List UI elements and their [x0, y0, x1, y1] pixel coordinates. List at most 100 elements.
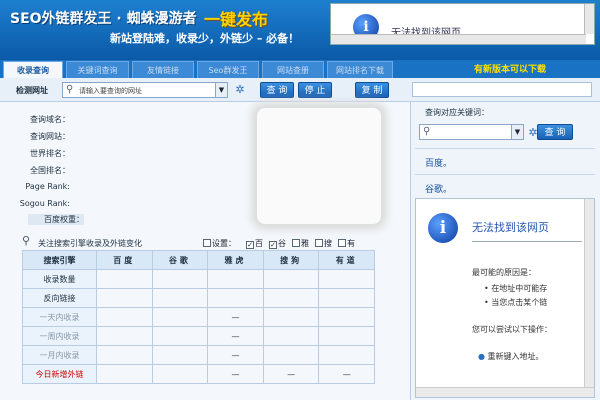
table-row: 收录数量 [22, 269, 375, 289]
results-header: ⚲ 关注搜索引擎收录及外链变化 设置： ✓ 百 ✓ 谷雅搜有 [0, 232, 410, 250]
column-header: 有道 [318, 250, 375, 270]
row-label: 一月内收录 [22, 345, 97, 365]
ad-horizontal-scrollbar[interactable] [331, 34, 586, 44]
bullet-dot-icon: ● [478, 352, 485, 361]
google-link[interactable]: 谷歌。 [425, 182, 452, 195]
table-cell [262, 269, 320, 289]
engine-checkbox[interactable]: ✓ [246, 241, 254, 249]
query-button[interactable]: 查 询 [260, 82, 294, 98]
table-cell [96, 269, 153, 289]
field-domain: 查询域名： [30, 115, 70, 124]
table-cell [262, 326, 320, 346]
url-input[interactable]: ⚲ 请输入要查询的网址 ▼ [62, 82, 228, 98]
engine-label: 有 [347, 239, 355, 248]
search-icon: ⚲ [66, 84, 74, 95]
ad-browser-frame[interactable]: i 无法找到该网页 [330, 3, 595, 45]
keyword-title: 查询对应关键词： [425, 108, 489, 117]
field-national-rank: 全国排名： [30, 166, 70, 175]
table-cell: — [207, 364, 264, 384]
engine-option[interactable]: 搜 [315, 239, 332, 248]
settings-label: 设置： [212, 239, 236, 248]
keyword-query-button[interactable]: 查 询 [537, 124, 573, 140]
chevron-down-icon[interactable]: ▼ [215, 83, 227, 97]
field-world-rank: 世界排名： [30, 149, 70, 158]
tab-rank-download[interactable]: 网站排名下载 [327, 61, 393, 78]
row-label: 反向链接 [22, 288, 97, 308]
new-version-link[interactable]: 有新版本可以下载 [474, 62, 546, 75]
table-cell: — [262, 364, 320, 384]
settings-checkbox[interactable] [203, 239, 211, 247]
column-header: 搜狗 [262, 250, 320, 270]
table-cell [318, 307, 375, 327]
table-row: 一天内收录 — [22, 307, 375, 327]
column-header: 雅虎 [207, 250, 264, 270]
url-label: 检测网址 [16, 86, 48, 95]
table-header-row: 搜索引擎 百度 谷歌 雅虎 搜狗 有道 [22, 250, 375, 270]
engine-label: 谷 [278, 239, 286, 248]
engine-checkbox[interactable] [338, 239, 346, 247]
engine-option[interactable]: 有 [338, 239, 355, 248]
engine-checkbox[interactable] [292, 239, 300, 247]
info-icon: i [428, 213, 458, 243]
search-icon: ⚲ [423, 126, 431, 137]
row-label: 收录数量 [22, 269, 97, 289]
keyword-panel: 查询对应关键词： ⚲ ▼ ✲ 查 询 百度。 谷歌。 i 无法找到该网页 最可能… [410, 102, 600, 400]
tab-keyword-query[interactable]: 关键词查询 [66, 61, 129, 78]
table-cell [262, 307, 320, 327]
keyword-input[interactable]: ⚲ ▼ [419, 124, 524, 140]
column-header: 百度 [96, 250, 153, 270]
column-header: 搜索引擎 [22, 250, 97, 270]
engine-option[interactable]: ✓ 谷 [269, 239, 286, 249]
tab-index-query[interactable]: 收录查询 [3, 61, 63, 78]
column-header: 谷歌 [151, 250, 209, 270]
tab-seo-sender[interactable]: Seo群发王 [197, 61, 259, 78]
app-title: SEO外链群发王 · 蜘蛛漫游者 [10, 11, 197, 27]
divider [415, 174, 595, 175]
tab-friend-links[interactable]: 友情链接 [132, 61, 194, 78]
error-reasons-label: 最可能的原因是： [472, 268, 536, 277]
engine-checkboxes: ✓ 百 ✓ 谷雅搜有 [246, 238, 361, 249]
table-cell [151, 288, 209, 308]
error-horizontal-scrollbar[interactable] [416, 387, 594, 397]
field-site: 查询网站： [30, 132, 70, 141]
table-cell [151, 326, 209, 346]
baidu-link[interactable]: 百度。 [425, 156, 452, 169]
table-cell [318, 345, 375, 365]
error-title: 无法找到该网页 [472, 221, 549, 234]
engine-label: 雅 [301, 239, 309, 248]
copy-button[interactable]: 复 制 [355, 82, 389, 98]
engine-label: 百 [255, 239, 263, 248]
engine-option[interactable]: ✓ 百 [246, 239, 263, 249]
ad-vertical-scrollbar[interactable] [584, 4, 594, 34]
engine-checkbox[interactable] [315, 239, 323, 247]
aux-input[interactable] [412, 82, 592, 97]
table-cell [318, 288, 375, 308]
error-try-label: 您可以尝试以下操作： [472, 325, 552, 334]
settings-group: 设置： [203, 238, 236, 249]
row-label: 一周内收录 [22, 326, 97, 346]
engine-option[interactable]: 雅 [292, 239, 309, 248]
table-row: 一月内收录 — [22, 345, 375, 365]
url-placeholder: 请输入要查询的网址 [79, 87, 142, 95]
gear-icon[interactable]: ✲ [232, 83, 248, 97]
divider [415, 148, 595, 149]
table-cell [151, 269, 209, 289]
stop-button[interactable]: 停 止 [298, 82, 332, 98]
error-title-underline [472, 241, 582, 242]
error-vertical-scrollbar[interactable] [584, 199, 594, 387]
header-banner: SEO外链群发王 · 蜘蛛漫游者 一键发布 新站登陆难，收录少，外链少 – 必备… [0, 0, 600, 60]
table-row: 一周内收录 — [22, 326, 375, 346]
error-page-frame[interactable]: i 无法找到该网页 最可能的原因是： • 在地址中可能存 • 当您点击某个链 您… [415, 198, 595, 398]
table-cell [207, 288, 264, 308]
table-cell [151, 364, 209, 384]
field-sogou-rank: Sogou Rank: [19, 199, 70, 208]
field-page-rank: Page Rank: [25, 182, 70, 191]
engine-label: 搜 [324, 239, 332, 248]
chevron-down-icon[interactable]: ▼ [511, 125, 523, 139]
tab-site-check[interactable]: 网站查册 [262, 61, 324, 78]
engine-checkbox[interactable]: ✓ [269, 241, 277, 249]
table-cell [318, 269, 375, 289]
table-cell [151, 345, 209, 365]
results-title: 关注搜索引擎收录及外链变化 [38, 239, 142, 248]
table-row: 今日新增外链 — — — [22, 364, 375, 384]
